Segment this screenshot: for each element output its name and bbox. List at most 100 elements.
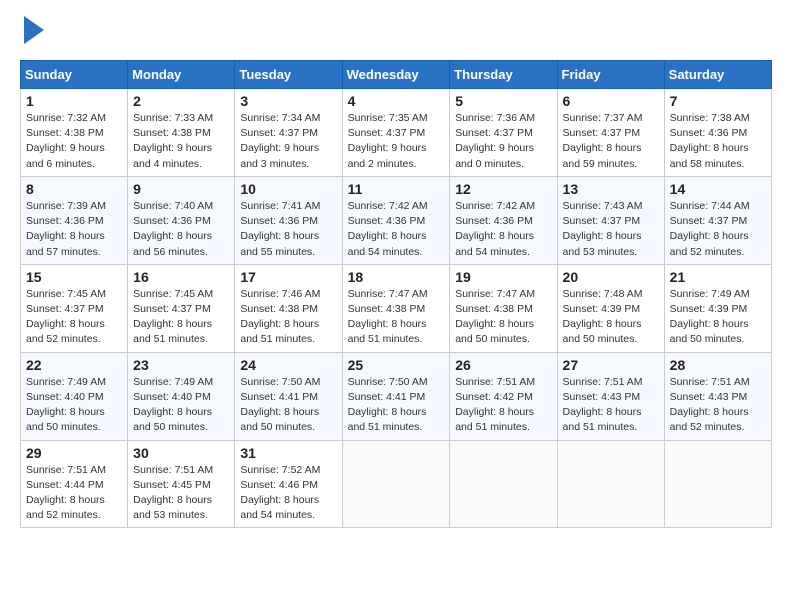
calendar-week-1: 1 Sunrise: 7:32 AMSunset: 4:38 PMDaylight… (21, 89, 772, 177)
calendar-week-2: 8Sunrise: 7:39 AMSunset: 4:36 PMDaylight… (21, 176, 772, 264)
cell-info: Sunrise: 7:39 AMSunset: 4:36 PMDaylight:… (26, 199, 122, 260)
cell-info: Sunrise: 7:42 AMSunset: 4:36 PMDaylight:… (348, 199, 445, 260)
cell-info: Sunrise: 7:43 AMSunset: 4:37 PMDaylight:… (563, 199, 659, 260)
cell-info: Sunrise: 7:37 AMSunset: 4:37 PMDaylight:… (563, 111, 659, 172)
cell-info: Sunrise: 7:38 AMSunset: 4:36 PMDaylight:… (670, 111, 766, 172)
cell-info: Sunrise: 7:49 AMSunset: 4:40 PMDaylight:… (26, 375, 122, 436)
cell-info: Sunrise: 7:46 AMSunset: 4:38 PMDaylight:… (240, 287, 336, 348)
calendar-week-4: 22 Sunrise: 7:49 AMSunset: 4:40 PMDayligh… (21, 352, 772, 440)
calendar-cell: 13 Sunrise: 7:43 AMSunset: 4:37 PMDayligh… (557, 176, 664, 264)
cell-info: Sunrise: 7:45 AMSunset: 4:37 PMDaylight:… (26, 287, 122, 348)
day-number: 11 (348, 181, 445, 197)
day-number: 13 (563, 181, 659, 197)
calendar-cell: 11 Sunrise: 7:42 AMSunset: 4:36 PMDayligh… (342, 176, 450, 264)
day-number: 22 (26, 357, 122, 373)
cell-info: Sunrise: 7:51 AMSunset: 4:42 PMDaylight:… (455, 375, 551, 436)
cell-info: Sunrise: 7:52 AMSunset: 4:46 PMDaylight:… (240, 463, 336, 524)
cell-info: Sunrise: 7:50 AMSunset: 4:41 PMDaylight:… (348, 375, 445, 436)
day-number: 7 (670, 93, 766, 109)
calendar-cell: 5 Sunrise: 7:36 AMSunset: 4:37 PMDaylight… (450, 89, 557, 177)
day-number: 15 (26, 269, 122, 285)
day-number: 23 (133, 357, 229, 373)
day-number: 2 (133, 93, 229, 109)
day-number: 21 (670, 269, 766, 285)
day-number: 31 (240, 445, 336, 461)
calendar-cell: 29 Sunrise: 7:51 AMSunset: 4:44 PMDayligh… (21, 440, 128, 528)
col-header-thursday: Thursday (450, 61, 557, 89)
day-number: 26 (455, 357, 551, 373)
cell-info: Sunrise: 7:51 AMSunset: 4:43 PMDaylight:… (563, 375, 659, 436)
day-number: 19 (455, 269, 551, 285)
day-number: 24 (240, 357, 336, 373)
day-number: 29 (26, 445, 122, 461)
calendar-cell: 4 Sunrise: 7:35 AMSunset: 4:37 PMDaylight… (342, 89, 450, 177)
logo-arrow-icon (24, 16, 44, 44)
calendar-cell: 22 Sunrise: 7:49 AMSunset: 4:40 PMDayligh… (21, 352, 128, 440)
calendar-cell: 23 Sunrise: 7:49 AMSunset: 4:40 PMDayligh… (128, 352, 235, 440)
day-number: 20 (563, 269, 659, 285)
day-number: 30 (133, 445, 229, 461)
day-number: 5 (455, 93, 551, 109)
page-header (20, 20, 772, 44)
calendar-cell: 14 Sunrise: 7:44 AMSunset: 4:37 PMDayligh… (664, 176, 771, 264)
col-header-sunday: Sunday (21, 61, 128, 89)
calendar-week-5: 29 Sunrise: 7:51 AMSunset: 4:44 PMDayligh… (21, 440, 772, 528)
calendar-cell: 12Sunrise: 7:42 AMSunset: 4:36 PMDayligh… (450, 176, 557, 264)
day-number: 25 (348, 357, 445, 373)
calendar-cell (664, 440, 771, 528)
calendar-cell (557, 440, 664, 528)
cell-info: Sunrise: 7:36 AMSunset: 4:37 PMDaylight:… (455, 111, 551, 172)
day-number: 10 (240, 181, 336, 197)
col-header-saturday: Saturday (664, 61, 771, 89)
cell-info: Sunrise: 7:48 AMSunset: 4:39 PMDaylight:… (563, 287, 659, 348)
day-number: 27 (563, 357, 659, 373)
col-header-monday: Monday (128, 61, 235, 89)
cell-info: Sunrise: 7:45 AMSunset: 4:37 PMDaylight:… (133, 287, 229, 348)
calendar-cell: 16Sunrise: 7:45 AMSunset: 4:37 PMDayligh… (128, 264, 235, 352)
day-number: 14 (670, 181, 766, 197)
logo (20, 20, 44, 44)
cell-info: Sunrise: 7:49 AMSunset: 4:40 PMDaylight:… (133, 375, 229, 436)
col-header-tuesday: Tuesday (235, 61, 342, 89)
cell-info: Sunrise: 7:33 AMSunset: 4:38 PMDaylight:… (133, 111, 229, 172)
calendar-cell: 3Sunrise: 7:34 AMSunset: 4:37 PMDaylight… (235, 89, 342, 177)
day-number: 1 (26, 93, 122, 109)
day-number: 9 (133, 181, 229, 197)
cell-info: Sunrise: 7:51 AMSunset: 4:44 PMDaylight:… (26, 463, 122, 524)
cell-info: Sunrise: 7:32 AMSunset: 4:38 PMDaylight:… (26, 111, 122, 172)
cell-info: Sunrise: 7:47 AMSunset: 4:38 PMDaylight:… (455, 287, 551, 348)
calendar-cell (342, 440, 450, 528)
cell-info: Sunrise: 7:44 AMSunset: 4:37 PMDaylight:… (670, 199, 766, 260)
col-header-friday: Friday (557, 61, 664, 89)
calendar-header-row: SundayMondayTuesdayWednesdayThursdayFrid… (21, 61, 772, 89)
calendar-week-3: 15 Sunrise: 7:45 AMSunset: 4:37 PMDayligh… (21, 264, 772, 352)
calendar-cell: 7 Sunrise: 7:38 AMSunset: 4:36 PMDaylight… (664, 89, 771, 177)
calendar-cell: 30 Sunrise: 7:51 AMSunset: 4:45 PMDayligh… (128, 440, 235, 528)
calendar-cell: 28 Sunrise: 7:51 AMSunset: 4:43 PMDayligh… (664, 352, 771, 440)
calendar-cell: 9 Sunrise: 7:40 AMSunset: 4:36 PMDaylight… (128, 176, 235, 264)
calendar-cell: 10Sunrise: 7:41 AMSunset: 4:36 PMDayligh… (235, 176, 342, 264)
cell-info: Sunrise: 7:35 AMSunset: 4:37 PMDaylight:… (348, 111, 445, 172)
calendar-cell: 8Sunrise: 7:39 AMSunset: 4:36 PMDaylight… (21, 176, 128, 264)
cell-info: Sunrise: 7:42 AMSunset: 4:36 PMDaylight:… (455, 199, 551, 260)
calendar-cell: 18Sunrise: 7:47 AMSunset: 4:38 PMDayligh… (342, 264, 450, 352)
day-number: 18 (348, 269, 445, 285)
calendar-cell: 27 Sunrise: 7:51 AMSunset: 4:43 PMDayligh… (557, 352, 664, 440)
day-number: 3 (240, 93, 336, 109)
calendar-cell: 17 Sunrise: 7:46 AMSunset: 4:38 PMDayligh… (235, 264, 342, 352)
cell-info: Sunrise: 7:51 AMSunset: 4:45 PMDaylight:… (133, 463, 229, 524)
calendar-table: SundayMondayTuesdayWednesdayThursdayFrid… (20, 60, 772, 528)
calendar-cell: 6Sunrise: 7:37 AMSunset: 4:37 PMDaylight… (557, 89, 664, 177)
calendar-cell: 31 Sunrise: 7:52 AMSunset: 4:46 PMDayligh… (235, 440, 342, 528)
col-header-wednesday: Wednesday (342, 61, 450, 89)
calendar-cell: 19 Sunrise: 7:47 AMSunset: 4:38 PMDayligh… (450, 264, 557, 352)
calendar-cell: 26 Sunrise: 7:51 AMSunset: 4:42 PMDayligh… (450, 352, 557, 440)
cell-info: Sunrise: 7:40 AMSunset: 4:36 PMDaylight:… (133, 199, 229, 260)
day-number: 17 (240, 269, 336, 285)
calendar-cell: 24Sunrise: 7:50 AMSunset: 4:41 PMDayligh… (235, 352, 342, 440)
calendar-cell: 15 Sunrise: 7:45 AMSunset: 4:37 PMDayligh… (21, 264, 128, 352)
day-number: 4 (348, 93, 445, 109)
day-number: 28 (670, 357, 766, 373)
calendar-cell: 1 Sunrise: 7:32 AMSunset: 4:38 PMDaylight… (21, 89, 128, 177)
cell-info: Sunrise: 7:51 AMSunset: 4:43 PMDaylight:… (670, 375, 766, 436)
